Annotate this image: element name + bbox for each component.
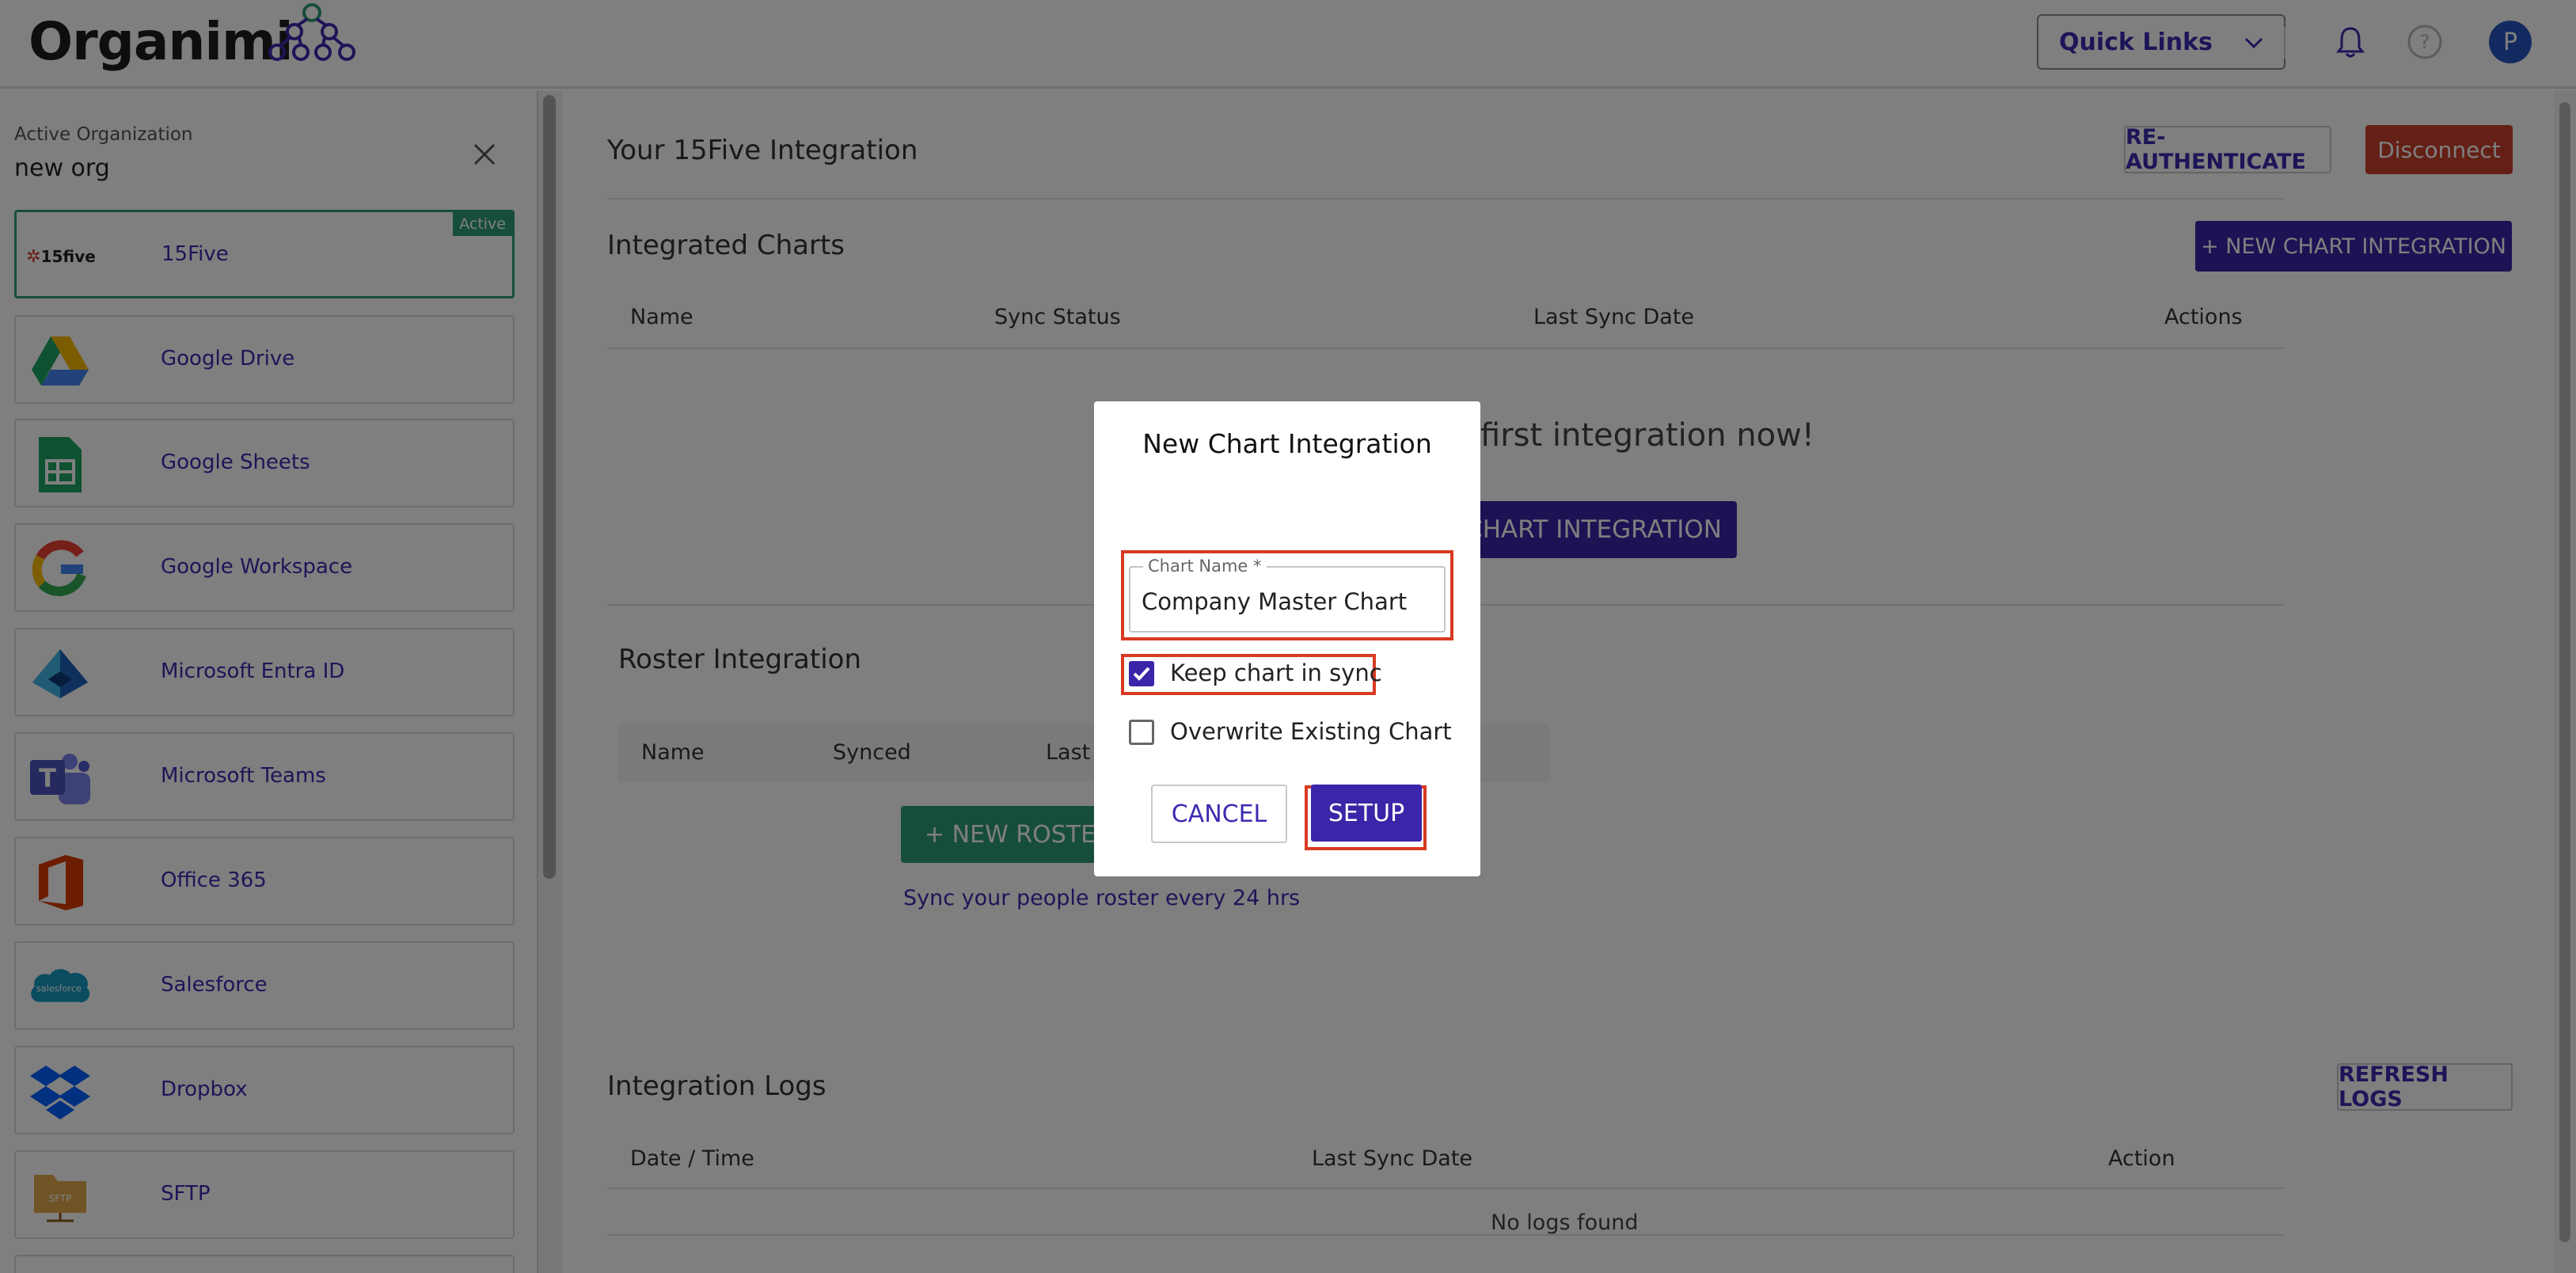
- new-chart-integration-dialog: New Chart Integration Chart Name * Compa…: [1094, 401, 1480, 876]
- chart-name-field[interactable]: Chart Name * Company Master Chart: [1129, 557, 1446, 633]
- dialog-title: New Chart Integration: [1142, 428, 1432, 459]
- overwrite-chart-label[interactable]: Overwrite Existing Chart: [1170, 718, 1452, 745]
- overwrite-chart-checkbox[interactable]: [1129, 720, 1154, 745]
- chart-name-label: Chart Name *: [1143, 557, 1267, 576]
- keep-sync-label[interactable]: Keep chart in sync: [1170, 659, 1382, 686]
- cancel-button[interactable]: CANCEL: [1151, 785, 1287, 843]
- setup-button[interactable]: SETUP: [1311, 785, 1422, 842]
- checkmark-icon: [1133, 667, 1150, 681]
- keep-sync-checkbox[interactable]: [1129, 661, 1154, 686]
- chart-name-input[interactable]: Company Master Chart: [1142, 588, 1407, 615]
